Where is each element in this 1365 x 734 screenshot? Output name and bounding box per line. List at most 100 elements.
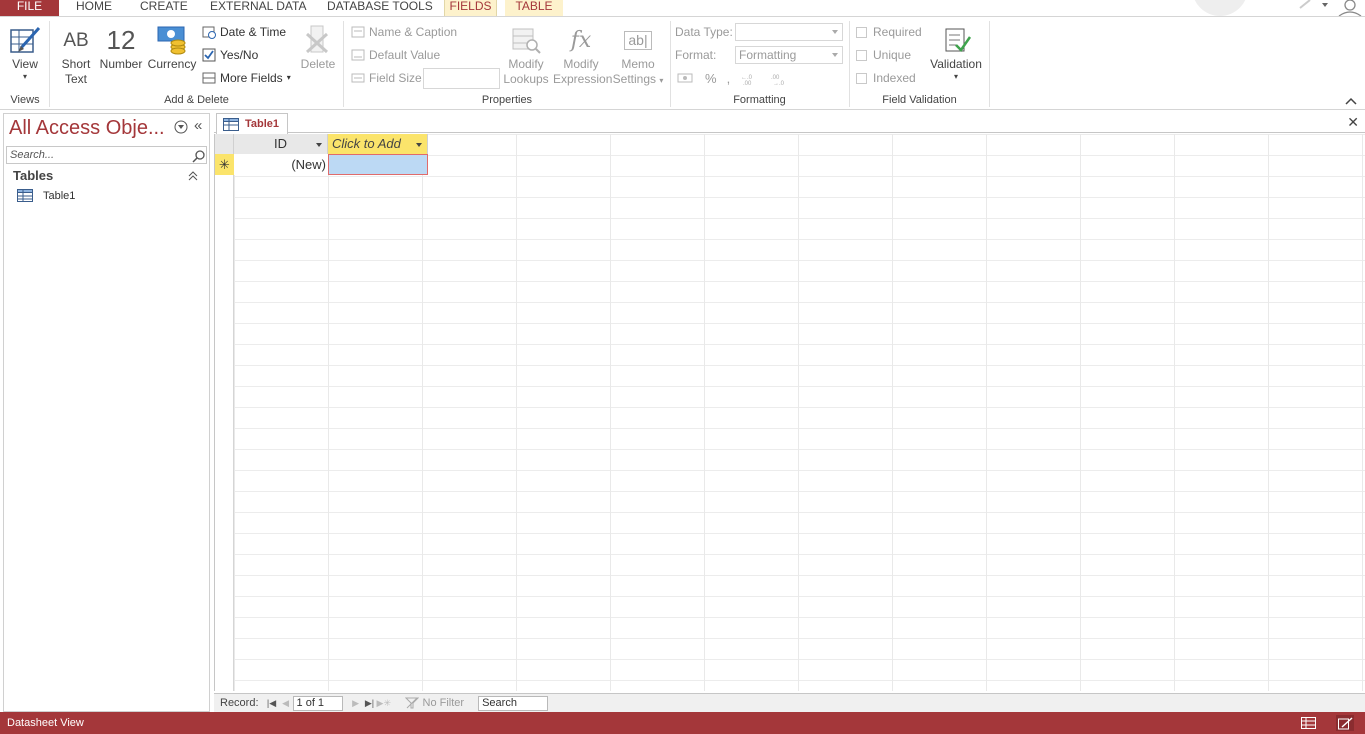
next-record-icon[interactable]: ▶ <box>349 698 363 709</box>
memo-icon: ab| <box>624 30 652 50</box>
status-text: Datasheet View <box>7 717 84 729</box>
function-icon: fx <box>570 27 592 53</box>
tab-external-data[interactable]: EXTERNAL DATA <box>210 0 306 16</box>
account-area <box>1194 0 1362 16</box>
checkbox-icon <box>856 49 867 61</box>
nav-pane-title[interactable]: All Access Obje... <box>9 117 165 140</box>
navigation-pane: All Access Obje... « Search... Tables Ta… <box>3 113 210 712</box>
new-record-marker[interactable]: ✳ <box>215 154 234 175</box>
increase-decimals-icon[interactable]: ←.0.00 <box>740 72 760 86</box>
new-record-id-cell[interactable]: (New) <box>234 154 328 175</box>
group-separator <box>49 21 50 107</box>
currency-button[interactable]: Currency <box>147 23 197 72</box>
memo-settings-button[interactable]: ab| Memo Settings ▾ <box>611 23 665 88</box>
checkbox-checked-icon <box>202 48 216 61</box>
previous-record-icon[interactable]: ◀ <box>279 698 293 709</box>
decrease-decimals-icon[interactable]: .00→.0 <box>770 72 790 86</box>
document-tab-table1[interactable]: Table1 <box>216 113 288 134</box>
tab-fields[interactable]: FIELDS <box>444 0 497 16</box>
percent-format-icon[interactable]: % <box>705 71 717 86</box>
format-label: Format: <box>675 48 717 62</box>
validation-button[interactable]: Validation ▾ <box>928 23 984 82</box>
checkbox-icon <box>856 26 867 38</box>
group-separator <box>343 21 344 107</box>
default-value-icon <box>351 49 365 60</box>
currency-format-icon[interactable] <box>677 72 695 86</box>
short-text-button[interactable]: AB Short Text <box>57 23 95 87</box>
modify-lookups-button[interactable]: Modify Lookups <box>502 23 550 87</box>
new-record-active-cell[interactable] <box>328 154 428 175</box>
document-tabstrip: Table1 ✕ <box>214 113 1365 134</box>
yes-no-button[interactable]: Yes/No <box>202 45 258 64</box>
short-text-icon: AB <box>63 29 89 51</box>
column-header-id[interactable]: ID <box>234 134 328 154</box>
collapse-section-icon[interactable] <box>188 171 198 181</box>
column-header-click-to-add[interactable]: Click to Add <box>328 134 428 154</box>
more-fields-icon <box>202 72 216 83</box>
close-document-icon[interactable]: ✕ <box>1347 114 1359 131</box>
field-size-input[interactable] <box>423 68 500 89</box>
data-type-label: Data Type: <box>675 25 733 39</box>
status-bar: Datasheet View <box>0 712 1365 734</box>
record-search-input[interactable]: Search <box>478 695 549 711</box>
tab-home[interactable]: HOME <box>76 0 112 16</box>
search-icon[interactable] <box>192 149 206 163</box>
design-view-icon[interactable] <box>1336 715 1354 731</box>
collapse-pane-icon[interactable]: « <box>194 117 202 134</box>
tab-create[interactable]: CREATE <box>140 0 188 16</box>
ribbon: View ▾ Views AB Short Text 12 Number Cur… <box>0 16 1365 110</box>
chevron-down-icon: ▾ <box>953 72 958 81</box>
collapse-ribbon-icon[interactable] <box>1345 97 1357 105</box>
group-label-field-validation: Field Validation <box>882 94 957 106</box>
nav-menu-dropdown-icon[interactable] <box>174 120 188 134</box>
required-checkbox[interactable]: Required <box>856 25 922 39</box>
number-format-buttons: % , ←.0.00 .00 →.0 <box>677 69 790 88</box>
number-icon: 12 <box>106 24 136 55</box>
filter-toggle[interactable]: No Filter <box>404 697 464 709</box>
currency-icon <box>157 26 186 55</box>
name-caption-button[interactable]: Name & Caption <box>351 22 457 41</box>
format-select[interactable]: Formatting <box>735 46 843 64</box>
table-icon <box>223 117 239 131</box>
comma-format-icon[interactable]: , <box>727 71 731 86</box>
chevron-down-icon[interactable] <box>316 143 322 147</box>
more-fields-button[interactable]: More Fields ▾ <box>202 68 291 87</box>
record-selector-column <box>215 134 234 691</box>
select-all-corner[interactable] <box>215 134 234 154</box>
current-record-input[interactable]: 1 of 1 <box>292 695 343 711</box>
delete-button[interactable]: Delete <box>299 23 337 72</box>
tab-file[interactable]: FILE <box>0 0 59 16</box>
modify-expression-button[interactable]: fx Modify Expression <box>553 23 612 87</box>
chevron-down-icon <box>832 30 838 34</box>
first-record-icon[interactable]: |◀ <box>265 698 279 709</box>
datasheet-grid[interactable]: ID Click to Add ✳ (New) <box>214 134 1365 691</box>
date-time-button[interactable]: Date & Time <box>202 22 286 41</box>
datasheet-view-icon[interactable] <box>1299 715 1317 731</box>
tab-table[interactable]: TABLE <box>505 0 563 16</box>
data-type-select[interactable] <box>735 23 843 41</box>
chevron-down-icon[interactable] <box>416 143 422 147</box>
nav-item-table1[interactable]: Table1 <box>17 189 75 202</box>
indexed-checkbox[interactable]: Indexed <box>856 71 916 85</box>
last-record-icon[interactable]: ▶| <box>363 698 377 709</box>
chevron-down-icon: ▾ <box>22 72 27 81</box>
group-label-add-delete: Add & Delete <box>164 94 229 106</box>
number-button[interactable]: 12 Number <box>97 23 145 72</box>
default-value-button[interactable]: Default Value <box>351 45 440 64</box>
nav-section-tables[interactable]: Tables <box>13 168 53 183</box>
view-button[interactable]: View ▾ <box>8 23 42 82</box>
group-separator <box>670 21 671 107</box>
nav-search-input[interactable]: Search... <box>6 146 207 164</box>
document-area: Table1 ✕ ID Click to Add ✳ (New) Record:… <box>214 113 1365 712</box>
user-avatar-icon <box>1344 0 1356 11</box>
chevron-down-icon: ▾ <box>659 76 664 85</box>
name-caption-icon <box>351 26 365 37</box>
table-icon <box>17 189 33 202</box>
unique-checkbox[interactable]: Unique <box>856 48 911 62</box>
ribbon-tab-bar: FILE HOME CREATE EXTERNAL DATA DATABASE … <box>0 0 1365 16</box>
delete-icon <box>305 25 329 54</box>
tab-database-tools[interactable]: DATABASE TOOLS <box>327 0 433 16</box>
view-icon <box>10 26 41 53</box>
new-record-icon[interactable]: ▶✳ <box>377 698 391 709</box>
modify-lookups-icon <box>512 28 541 54</box>
